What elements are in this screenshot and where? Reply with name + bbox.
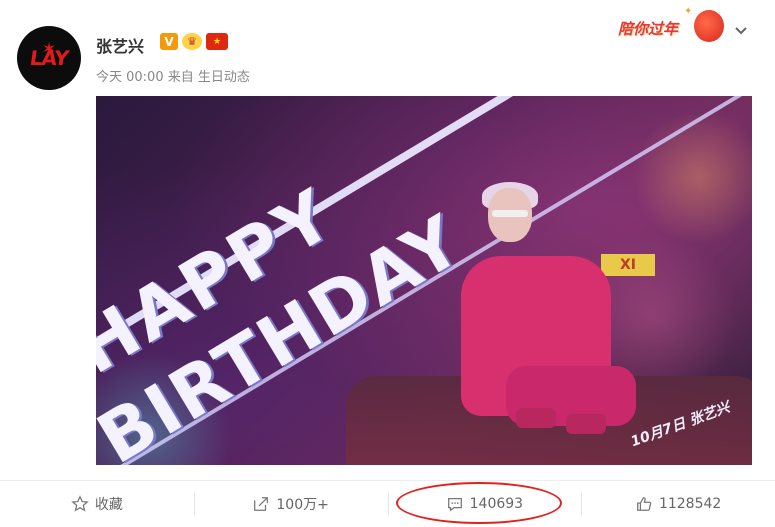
- sparkle-icon: ✦: [684, 6, 693, 17]
- sunglasses: [492, 210, 528, 217]
- comment-icon: [447, 497, 462, 512]
- action-bar: 收藏 100万+ 140693 1128542: [0, 481, 775, 527]
- avatar[interactable]: ✶ LAY: [17, 26, 81, 90]
- comment-button[interactable]: 140693: [387, 481, 582, 527]
- share-icon: [254, 497, 269, 511]
- star-icon: [71, 495, 89, 512]
- repost-count: 100万+: [276, 497, 329, 513]
- repost-button[interactable]: 100万+: [193, 481, 388, 527]
- thumbs-up-icon: [637, 497, 652, 511]
- china-flag-badge-icon[interactable]: ★: [206, 33, 228, 50]
- source-prefix: 来自: [167, 70, 194, 85]
- user-badges: V ♛ ★: [160, 33, 228, 50]
- taxi-sign: XI: [601, 254, 655, 276]
- post-source[interactable]: 生日动态: [198, 70, 250, 85]
- post-image[interactable]: XI HAPPY BIRTHDAY 10月7日 张艺兴: [96, 96, 752, 465]
- comment-count: 140693: [469, 496, 524, 512]
- person-shoe: [516, 408, 556, 428]
- username[interactable]: 张艺兴: [96, 33, 144, 57]
- favorite-button[interactable]: 收藏: [0, 481, 194, 527]
- like-count: 1128542: [658, 496, 722, 512]
- festival-banner[interactable]: 陪你过年 ✦: [618, 6, 728, 46]
- like-button[interactable]: 1128542: [581, 481, 775, 527]
- person-shoe: [566, 414, 606, 434]
- verified-badge-icon[interactable]: V: [160, 33, 178, 50]
- post-meta: 今天 00:00 来自 生日动态: [96, 66, 250, 85]
- chevron-down-icon[interactable]: [733, 22, 749, 42]
- favorite-label: 收藏: [94, 497, 123, 513]
- post-time[interactable]: 今天 00:00: [96, 70, 164, 85]
- festival-text: 陪你过年: [618, 20, 679, 38]
- crown-badge-icon[interactable]: ♛: [182, 33, 202, 50]
- lantern-icon: [694, 10, 724, 42]
- avatar-logo-text: LAY: [28, 46, 70, 70]
